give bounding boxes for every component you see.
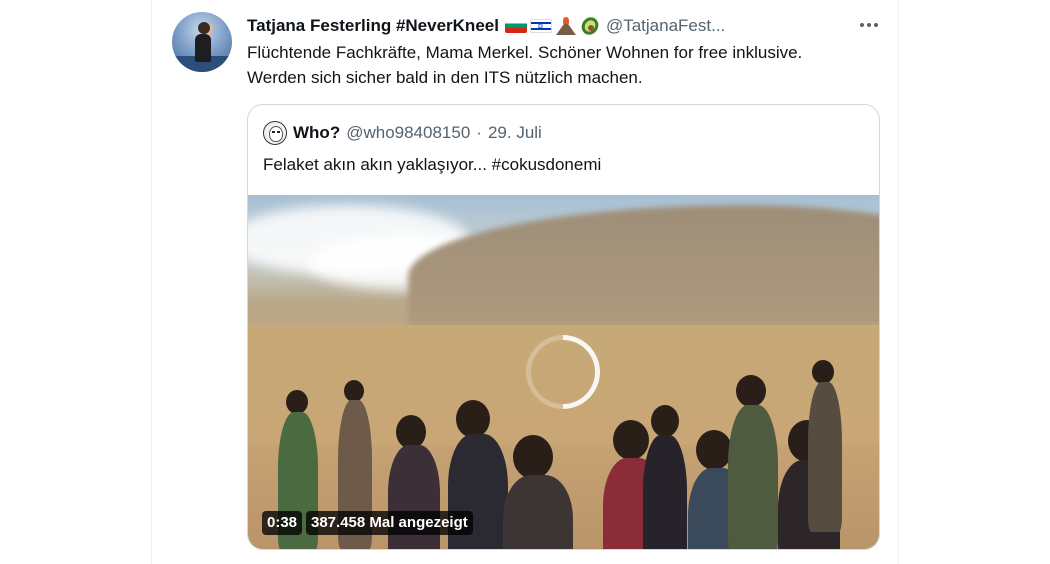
quoted-tweet-card[interactable]: Who? @who98408150 · 29. Juli Felaket akı… — [247, 104, 880, 550]
flag-israel-icon: ✡ — [529, 19, 552, 33]
quoted-tweet-text: Felaket akın akın yaklaşıyor... #cokusdo… — [263, 155, 602, 174]
quoted-tweet-header: Who? @who98408150 · 29. Juli — [263, 121, 542, 145]
meta-separator: · — [476, 123, 482, 142]
author-avatar[interactable] — [172, 12, 232, 72]
quoted-author-name[interactable]: Who? — [293, 123, 340, 143]
quoted-author-handle[interactable]: @who98408150 — [346, 123, 470, 143]
video-player[interactable]: 0:38 387.458 Mal angezeigt — [248, 195, 879, 549]
tweet-header: Tatjana Festerling #NeverKneel ✡ @Tatjan… — [247, 14, 887, 38]
video-frame-hill — [408, 205, 879, 325]
volcano-icon — [555, 17, 577, 35]
author-handle[interactable]: @TatjanaFest... — [606, 16, 725, 36]
quoted-author-avatar[interactable] — [263, 121, 287, 145]
avatar-figure-body — [195, 34, 211, 62]
video-views-badge: 387.458 Mal angezeigt — [306, 511, 473, 535]
author-display-name[interactable]: Tatjana Festerling #NeverKneel — [247, 16, 499, 36]
more-options-icon[interactable] — [854, 10, 884, 40]
flag-bulgaria-icon — [504, 19, 527, 33]
quoted-tweet-date[interactable]: 29. Juli — [488, 123, 542, 143]
tweet-text-line: Flüchtende Fachkräfte, Mama Merkel. Schö… — [247, 43, 803, 62]
video-duration-badge: 0:38 — [262, 511, 303, 535]
name-emojis: ✡ — [504, 14, 602, 38]
tweet-text: Flüchtende Fachkräfte, Mama Merkel. Schö… — [247, 40, 877, 90]
tweet-text-line: Werden sich sicher bald in den ITS nützl… — [247, 68, 643, 87]
avocado-icon — [578, 14, 602, 38]
avatar-figure-head — [198, 22, 210, 34]
